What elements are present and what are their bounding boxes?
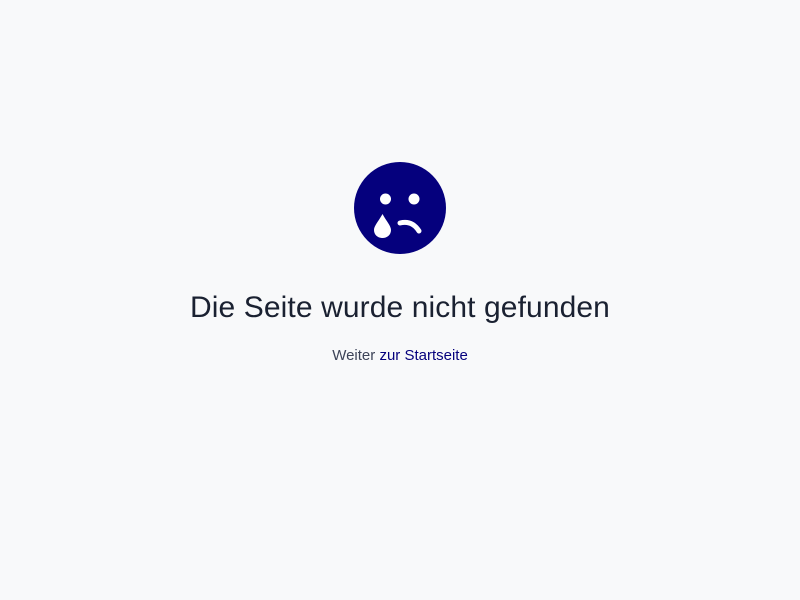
continue-prefix-text: Weiter	[332, 347, 376, 364]
continue-line: Weiter zur Startseite	[0, 346, 800, 366]
page-title: Die Seite wurde nicht gefunden	[190, 291, 610, 324]
not-found-page: Die Seite wurde nicht gefunden Weiter zu…	[0, 0, 800, 600]
sad-crying-face-icon	[354, 162, 446, 254]
homepage-link[interactable]: zur Startseite	[379, 347, 467, 364]
